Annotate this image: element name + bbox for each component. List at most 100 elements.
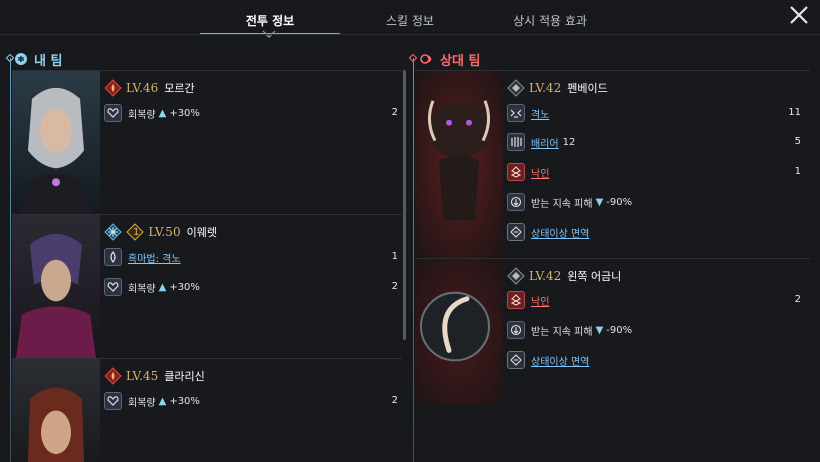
- rage-icon: [507, 104, 525, 122]
- my-team-header: 내 팀: [14, 50, 63, 69]
- stat-row: 회복량 ▲ +30%: [104, 103, 200, 123]
- scrollbar[interactable]: [403, 70, 406, 340]
- stat-row[interactable]: 격노: [507, 103, 549, 123]
- stat-extra: 12: [562, 136, 576, 148]
- tab-passive-effects[interactable]: 상시 적용 효과: [480, 0, 620, 34]
- unit-header: LV.42 왼쪽 어금니: [507, 267, 621, 285]
- enemy-team-title: 상대 팀: [440, 53, 481, 69]
- heal-icon: [104, 104, 122, 122]
- stat-row[interactable]: 낙인: [507, 162, 549, 182]
- neutral-element-icon: [507, 267, 525, 285]
- my-team-title: 내 팀: [34, 53, 63, 69]
- enemy-unit-card[interactable]: LV.42 왼쪽 어금니 낙인 2 받는 지속 피해 ▼ -90% 상태이상 면…: [415, 258, 810, 404]
- increase-arrow-icon: ▲: [158, 281, 167, 293]
- unit-name: 펜베이드: [567, 82, 608, 95]
- stat-label: 회복량: [128, 283, 156, 295]
- stat-link[interactable]: 낙인: [531, 165, 549, 180]
- close-icon[interactable]: [788, 4, 810, 26]
- stat-count: 2: [391, 395, 398, 406]
- unit-header: LV.45 클라리신: [104, 367, 205, 385]
- brand-icon: [507, 291, 525, 309]
- stat-count: 2: [794, 294, 801, 305]
- stat-value: +30%: [169, 107, 200, 119]
- fire-element-icon: [104, 367, 122, 385]
- stat-row: 받는 지속 피해 ▼ -90%: [507, 192, 632, 212]
- stat-count: 5: [794, 136, 801, 147]
- portrait-fenbade: [415, 71, 503, 258]
- immunity-icon: [507, 223, 525, 241]
- stat-row[interactable]: 흑마법: 격노: [104, 247, 181, 267]
- stat-row[interactable]: 상태이상 면역: [507, 350, 589, 370]
- portrait-morgan: [12, 71, 100, 214]
- enemy-emblem-icon: [420, 54, 432, 64]
- stat-count: 2: [391, 281, 398, 292]
- stat-label: 받는 지속 피해: [531, 326, 593, 338]
- brand-icon: [507, 163, 525, 181]
- dark-magic-icon: [104, 248, 122, 266]
- unit-level: LV.42: [529, 269, 562, 283]
- stat-row[interactable]: 상태이상 면역: [507, 222, 589, 242]
- barrier-icon: [507, 133, 525, 151]
- stat-label: 회복량: [128, 397, 156, 409]
- stat-link[interactable]: 상태이상 면역: [531, 225, 589, 240]
- unit-name: 모르간: [164, 82, 195, 95]
- ice-element-icon: [104, 223, 122, 241]
- rank-badge-value: 1: [133, 226, 140, 238]
- stat-count: 11: [788, 107, 801, 118]
- portrait-iwelet: [12, 215, 100, 358]
- stat-row: 회복량 ▲ +30%: [104, 277, 200, 297]
- stat-link[interactable]: 배리어: [531, 135, 559, 150]
- dot-damage-icon: [507, 193, 525, 211]
- stat-value: +30%: [169, 395, 200, 407]
- increase-arrow-icon: ▲: [158, 107, 167, 119]
- stat-link[interactable]: 격노: [531, 106, 549, 121]
- enemy-team-header: 상대 팀: [420, 50, 481, 69]
- stat-count: 1: [794, 166, 801, 177]
- unit-level: LV.42: [529, 81, 562, 95]
- unit-level: LV.50: [148, 225, 181, 239]
- stat-link[interactable]: 흑마법: 격노: [128, 250, 181, 265]
- stat-link[interactable]: 상태이상 면역: [531, 353, 589, 368]
- unit-name: 클라리신: [164, 370, 205, 383]
- unit-header: LV.42 펜베이드: [507, 79, 608, 97]
- unit-level: LV.46: [126, 81, 159, 95]
- unit-header: 1 LV.50 이웨렛: [104, 223, 217, 241]
- decrease-arrow-icon: ▼: [595, 324, 604, 336]
- neutral-element-icon: [507, 79, 525, 97]
- stat-row: 받는 지속 피해 ▼ -90%: [507, 320, 632, 340]
- tab-indicator-icon: [262, 30, 276, 38]
- unit-header: LV.46 모르간: [104, 79, 195, 97]
- portrait-clarissin: [12, 359, 100, 462]
- team-line: [413, 58, 414, 462]
- my-unit-card[interactable]: 1 LV.50 이웨렛 흑마법: 격노 1 회복량 ▲ +30% 2: [12, 214, 402, 358]
- stat-value: -90%: [606, 324, 633, 336]
- stat-row: 회복량 ▲ +30%: [104, 391, 200, 411]
- team-line: [10, 58, 11, 462]
- tab-skill-info[interactable]: 스킬 정보: [340, 0, 480, 34]
- stat-count: 1: [391, 251, 398, 262]
- stat-value: +30%: [169, 281, 200, 293]
- enemy-unit-card[interactable]: LV.42 펜베이드 격노 11 배리어 12 5 낙인 1 받는 지속 피해 …: [415, 70, 810, 258]
- fire-element-icon: [104, 79, 122, 97]
- tab-battle-info[interactable]: 전투 정보: [200, 0, 340, 34]
- stat-link[interactable]: 낙인: [531, 293, 549, 308]
- stat-label: 받는 지속 피해: [531, 198, 593, 210]
- divider: [0, 34, 820, 35]
- tab-bar: 전투 정보 스킬 정보 상시 적용 효과: [200, 0, 640, 34]
- dot-damage-icon: [507, 321, 525, 339]
- stat-row[interactable]: 배리어 12: [507, 132, 575, 152]
- team-shield-icon: [15, 53, 27, 65]
- unit-level: LV.45: [126, 369, 159, 383]
- unit-name: 이웨렛: [186, 226, 217, 239]
- heal-icon: [104, 392, 122, 410]
- decrease-arrow-icon: ▼: [595, 196, 604, 208]
- stat-value: -90%: [606, 196, 633, 208]
- heal-icon: [104, 278, 122, 296]
- my-unit-card[interactable]: LV.45 클라리신 회복량 ▲ +30% 2: [12, 358, 402, 462]
- my-unit-card[interactable]: LV.46 모르간 회복량 ▲ +30% 2: [12, 70, 402, 214]
- immunity-icon: [507, 351, 525, 369]
- increase-arrow-icon: ▲: [158, 395, 167, 407]
- unit-name: 왼쪽 어금니: [567, 270, 622, 283]
- stat-count: 2: [391, 107, 398, 118]
- stat-row[interactable]: 낙인: [507, 290, 549, 310]
